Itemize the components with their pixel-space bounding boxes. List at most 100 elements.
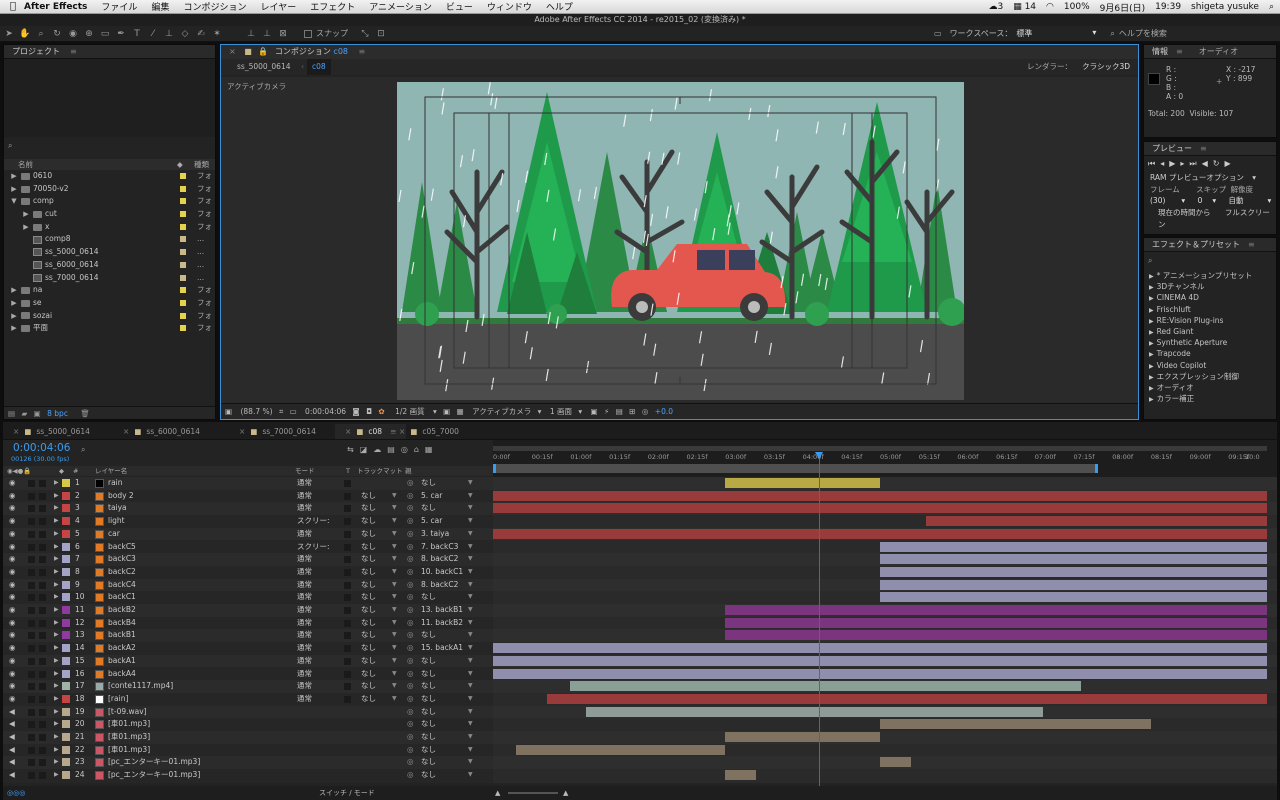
label-color-swatch[interactable]: [180, 274, 186, 281]
pickwhip-icon[interactable]: ◎: [407, 769, 414, 782]
layer-duration-bar[interactable]: [926, 516, 1267, 527]
layer-duration-bar[interactable]: [880, 541, 1267, 552]
brainstorm-icon[interactable]: ▦: [425, 445, 439, 454]
solo-toggle[interactable]: [28, 518, 35, 526]
lock-toggle[interactable]: [39, 492, 46, 500]
hand-tool-icon[interactable]: ✋: [18, 28, 32, 40]
visibility-eye-icon[interactable]: ◉: [9, 477, 16, 490]
visibility-eye-icon[interactable]: ◉: [9, 617, 16, 630]
blend-mode-select[interactable]: 通常: [297, 528, 312, 541]
track-matte-select[interactable]: なし: [361, 668, 376, 681]
lock-toggle[interactable]: [39, 556, 46, 564]
track-matte-select[interactable]: なし: [361, 693, 376, 706]
effect-category[interactable]: ▶ * アニメーションプリセット: [1144, 270, 1276, 281]
layer-name[interactable]: backA1: [108, 655, 288, 668]
close-icon[interactable]: ×: [399, 427, 405, 436]
disclosure-closed-icon[interactable]: ▶: [54, 604, 59, 617]
visibility-eye-icon[interactable]: ◉: [9, 490, 16, 503]
label-color-swatch[interactable]: [62, 542, 70, 551]
zoom-slider[interactable]: [508, 792, 558, 794]
layer-row[interactable]: ◉ ▶ 8 backC2 通常 なし ▼ ◎ 10. backC1 ▼: [3, 565, 493, 579]
parent-select[interactable]: 11. backB2: [421, 617, 463, 630]
toggle-switches-modes[interactable]: スイッチ / モード: [319, 786, 375, 800]
project-item[interactable]: ss_5000_0614...: [4, 246, 215, 259]
label-color-swatch[interactable]: [62, 618, 70, 627]
lock-toggle[interactable]: [39, 530, 46, 538]
solo-toggle[interactable]: [28, 632, 35, 640]
layer-row[interactable]: ◀ ▶ 22 [車01.mp3] ◎ なし ▼: [3, 743, 493, 757]
cloud-icon[interactable]: ☁3: [988, 2, 1003, 12]
layer-row[interactable]: ◉ ▶ 7 backC3 通常 なし ▼ ◎ 8. backC2 ▼: [3, 553, 493, 566]
axis-view-icon[interactable]: ⊠: [276, 28, 290, 40]
axis-world-icon[interactable]: ⊥: [260, 28, 274, 40]
blend-mode-select[interactable]: 通常: [297, 490, 312, 503]
layer-row[interactable]: ◉ ▶ 17 [conte1117.mp4] 通常 なし ▼ ◎ なし ▼: [3, 680, 493, 693]
label-color-swatch[interactable]: [62, 694, 70, 703]
show-snapshot-icon[interactable]: ◘: [366, 407, 372, 416]
layer-name[interactable]: car: [108, 528, 288, 541]
disclosure-closed-icon[interactable]: ▶: [54, 591, 59, 604]
label-color-swatch[interactable]: [62, 669, 70, 678]
frame-rate-select[interactable]: (30): [1150, 196, 1165, 205]
parent-select[interactable]: 13. backB1: [421, 604, 463, 617]
layer-row[interactable]: ◀ ▶ 21 [車01.mp3] ◎ なし ▼: [3, 731, 493, 744]
project-item[interactable]: ▶ 平面 フォ: [4, 322, 215, 335]
label-color-swatch[interactable]: [62, 745, 70, 754]
close-icon[interactable]: ×: [239, 427, 245, 436]
layer-row[interactable]: ◀ ▶ 24 [pc_エンターキー01.mp3] ◎ なし ▼: [3, 769, 493, 782]
column-mode[interactable]: モード: [295, 466, 315, 476]
label-color-swatch[interactable]: [180, 223, 186, 230]
playhead[interactable]: [819, 452, 820, 797]
pickwhip-icon[interactable]: ◎: [407, 629, 414, 642]
label-color-swatch[interactable]: [62, 491, 70, 500]
disclosure-closed-icon[interactable]: ▶: [54, 566, 59, 579]
visibility-eye-icon[interactable]: ◉: [9, 680, 16, 693]
track-matte-select[interactable]: なし: [361, 515, 376, 528]
tab-info[interactable]: 情報: [1152, 47, 1168, 56]
layer-row[interactable]: ◉ ▶ 18 [rain] 通常 なし ▼ ◎ なし ▼: [3, 692, 493, 706]
lock-toggle[interactable]: [39, 759, 46, 767]
solo-toggle[interactable]: [28, 607, 35, 614]
parent-select[interactable]: なし: [421, 477, 436, 490]
effect-category[interactable]: ▶ カラー補正: [1144, 393, 1276, 404]
audio-toggle-icon[interactable]: ◀: [9, 731, 15, 744]
pickwhip-icon[interactable]: ◎: [407, 541, 414, 554]
layer-name[interactable]: [t-09.wav]: [108, 706, 288, 719]
column-t[interactable]: T: [346, 466, 350, 476]
timeline-tab[interactable]: × ■ ss_5000_0614: [3, 424, 100, 439]
comp-mini-flowchart-icon[interactable]: ⇆: [347, 445, 360, 454]
menu-item[interactable]: レイヤー: [260, 0, 296, 13]
lock-toggle[interactable]: [39, 505, 46, 513]
parent-select[interactable]: なし: [421, 693, 436, 706]
timeline-tab[interactable]: × ■ c05_7000: [389, 424, 469, 439]
layer-duration-bar[interactable]: [585, 706, 1043, 717]
visibility-eye-icon[interactable]: ◉: [9, 528, 16, 541]
disclosure-closed-icon[interactable]: ▶: [54, 629, 59, 642]
effect-category[interactable]: ▶ Synthetic Aperture: [1144, 337, 1276, 348]
layer-row[interactable]: ◀ ▶ 23 [pc_エンターキー01.mp3] ◎ なし ▼: [3, 756, 493, 770]
blend-mode-select[interactable]: 通常: [297, 642, 312, 655]
parent-select[interactable]: なし: [421, 731, 436, 744]
project-item[interactable]: ss_7000_0614...: [4, 272, 215, 285]
audio-toggle-icon[interactable]: ◀: [9, 769, 15, 782]
blend-mode-select[interactable]: 通常: [297, 566, 312, 579]
solo-toggle[interactable]: [28, 480, 35, 487]
shy-icon[interactable]: ☁: [373, 445, 387, 454]
motion-blur-icon[interactable]: ◎: [401, 445, 414, 454]
workspace-select[interactable]: 標準 ▾: [1016, 28, 1096, 39]
fast-preview-icon[interactable]: ⚡: [604, 407, 609, 416]
track-matte-select[interactable]: なし: [361, 655, 376, 668]
preserve-transparency-toggle[interactable]: [344, 632, 351, 640]
preserve-transparency-toggle[interactable]: [344, 670, 351, 678]
calendar-icon[interactable]: ▦ 14: [1013, 2, 1036, 12]
project-item[interactable]: ▶ sozai フォ: [4, 310, 215, 323]
parent-select[interactable]: なし: [421, 668, 436, 681]
solo-toggle[interactable]: [28, 568, 35, 576]
blend-mode-select[interactable]: 通常: [297, 655, 312, 668]
disclosure-closed-icon[interactable]: ▶: [10, 170, 18, 183]
track-matte-select[interactable]: なし: [361, 541, 376, 554]
layer-row[interactable]: ◉ ▶ 12 backB4 通常 なし ▼ ◎ 11. backB2 ▼: [3, 616, 493, 630]
workspace-icon[interactable]: ▭: [934, 29, 942, 38]
column-layer-name[interactable]: レイヤー名: [95, 466, 127, 476]
always-preview-icon[interactable]: ▣: [225, 407, 232, 416]
